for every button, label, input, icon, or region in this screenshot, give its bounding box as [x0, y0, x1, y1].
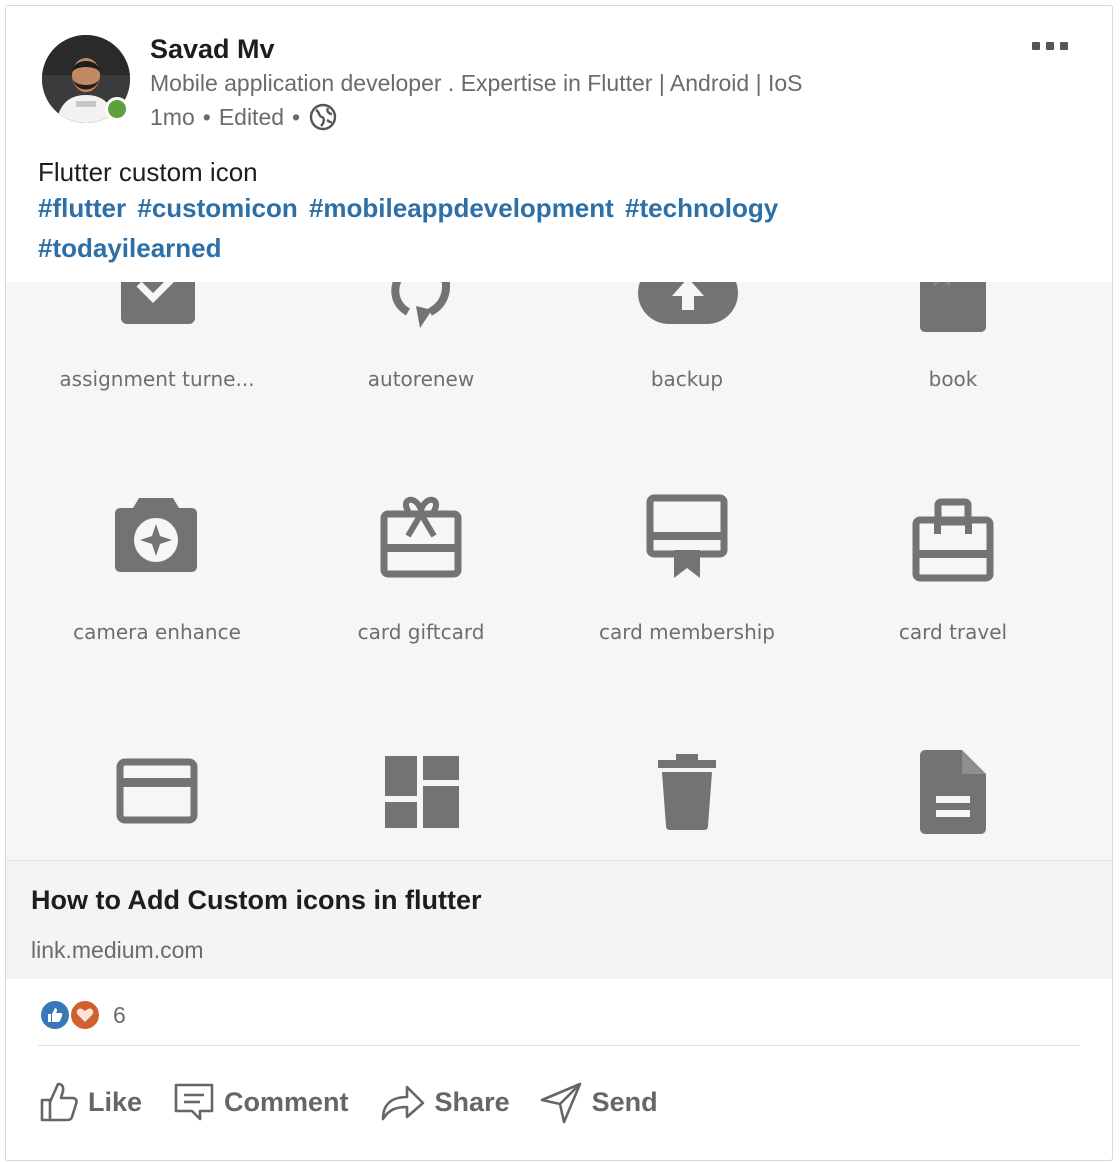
- link-title[interactable]: How to Add Custom icons in flutter: [31, 885, 481, 916]
- icon-cell: assignment turne...: [24, 282, 290, 402]
- hashtag-link[interactable]: #todayilearned: [38, 233, 222, 263]
- icon-label: assignment turne...: [59, 367, 255, 391]
- card-membership-icon: [646, 494, 728, 578]
- like-reaction-icon: [39, 999, 71, 1031]
- icon-cell: card giftcard: [288, 492, 554, 652]
- online-status-indicator: [105, 97, 129, 121]
- edited-label: Edited: [218, 103, 285, 130]
- hashtag-link[interactable]: #flutter: [38, 193, 126, 223]
- hashtag-link[interactable]: #technology: [625, 193, 778, 223]
- hashtag-link[interactable]: #customicon: [137, 193, 297, 223]
- comment-label: Comment: [224, 1086, 349, 1117]
- hashtag-link[interactable]: #mobileappdevelopment: [309, 193, 614, 223]
- comment-icon: [174, 1083, 214, 1121]
- share-label: Share: [434, 1086, 510, 1117]
- icon-cell: card travel: [820, 492, 1086, 652]
- post-card: Savad Mv Mobile application developer . …: [5, 5, 1113, 1161]
- delete-icon: [658, 754, 716, 830]
- icon-label: book: [928, 367, 978, 391]
- dashboard-icon: [385, 756, 459, 828]
- book-icon: [920, 282, 986, 332]
- link-url: link.medium.com: [31, 937, 204, 963]
- like-label: Like: [88, 1086, 143, 1117]
- icon-label: card travel: [898, 620, 1008, 644]
- ellipsis-icon: [1032, 42, 1040, 50]
- meta-separator: •: [292, 103, 301, 130]
- icon-cell: backup: [554, 282, 820, 402]
- icon-label: camera enhance: [73, 620, 241, 644]
- like-button[interactable]: Like: [38, 1080, 142, 1124]
- card-giftcard-icon: [380, 497, 462, 578]
- autorenew-icon: [391, 282, 450, 328]
- post-time: 1mo: [150, 103, 195, 130]
- icon-cell: [820, 750, 1086, 860]
- description-icon: [920, 750, 986, 834]
- love-reaction-icon: [69, 999, 101, 1031]
- assignment-turned-in-icon: [121, 282, 195, 324]
- link-preview-image[interactable]: assignment turne... autorenew backup boo…: [6, 282, 1112, 861]
- icon-cell: [288, 750, 554, 860]
- icon-label: autorenew: [367, 367, 475, 391]
- send-label: Send: [591, 1086, 658, 1117]
- credit-card-icon: [116, 758, 198, 824]
- meta-separator: •: [202, 103, 211, 130]
- more-options-button[interactable]: [1032, 42, 1068, 50]
- send-button[interactable]: Send: [540, 1080, 658, 1124]
- icon-label: card giftcard: [357, 620, 485, 644]
- icon-cell: autorenew: [288, 282, 554, 402]
- comment-button[interactable]: Comment: [172, 1080, 349, 1124]
- hashtags: #flutter #customicon #mobileappdevelopme…: [38, 188, 898, 268]
- share-icon: [381, 1085, 424, 1121]
- camera-enhance-icon: [115, 498, 197, 572]
- globe-icon: [308, 102, 338, 132]
- post-text: Flutter custom icon: [38, 157, 258, 187]
- reactions-summary[interactable]: 6: [39, 999, 126, 1031]
- icon-cell: [24, 750, 290, 860]
- share-button[interactable]: Share: [379, 1080, 510, 1124]
- backup-icon: [638, 282, 738, 324]
- icon-cell: [554, 750, 820, 860]
- card-travel-icon: [912, 498, 994, 582]
- author-name[interactable]: Savad Mv: [150, 34, 275, 65]
- author-headline: Mobile application developer . Expertise…: [150, 70, 803, 96]
- link-preview[interactable]: How to Add Custom icons in flutter link.…: [6, 861, 1112, 979]
- icon-cell: camera enhance: [24, 492, 290, 652]
- icon-label: backup: [650, 367, 724, 391]
- action-bar: Like Comment Share Send: [38, 1080, 688, 1124]
- post-meta: 1mo • Edited •: [150, 102, 338, 132]
- icon-label: card membership: [598, 620, 775, 644]
- like-icon: [40, 1082, 78, 1122]
- send-icon: [540, 1082, 581, 1124]
- icon-cell: book: [820, 282, 1086, 402]
- icon-cell: card membership: [554, 492, 820, 652]
- divider: [38, 1045, 1080, 1046]
- reaction-count[interactable]: 6: [113, 1002, 126, 1029]
